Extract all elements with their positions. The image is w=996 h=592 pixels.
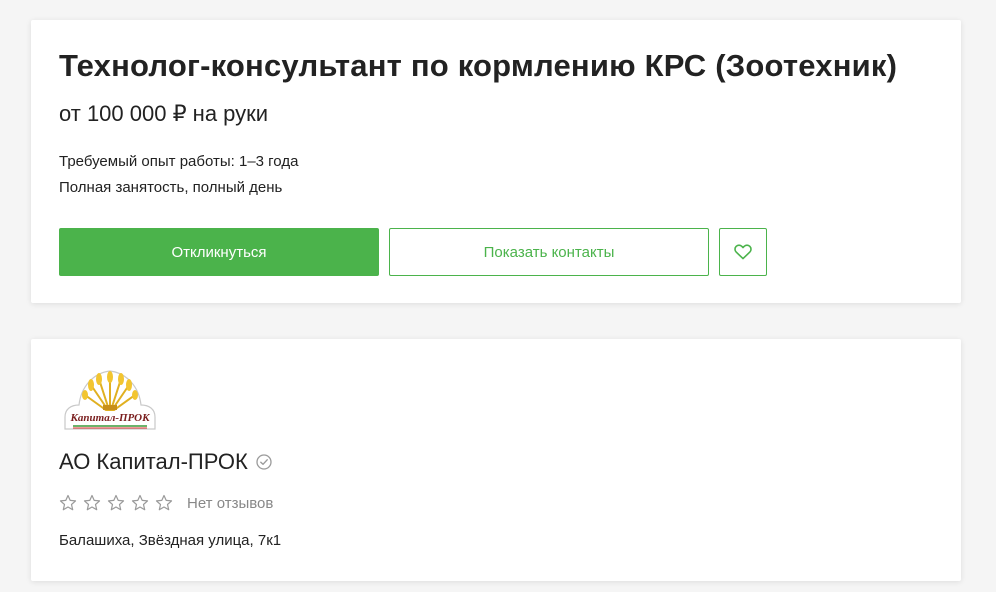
star-icon (59, 494, 77, 511)
company-logo[interactable]: Капитал-ПРОК (59, 365, 161, 433)
star-icon (131, 494, 149, 511)
vacancy-card: Технолог-консультант по кормлению КРС (З… (31, 20, 961, 303)
check-circle-icon (256, 454, 272, 470)
employment-type: Полная занятость, полный день (59, 179, 283, 196)
vacancy-salary: от 100 000 ₽ на руки (59, 101, 269, 126)
company-rating[interactable]: Нет отзывов (59, 494, 273, 512)
star-icon (107, 494, 125, 511)
vacancy-title: Технолог-консультант по кормлению КРС (З… (59, 48, 898, 83)
heart-icon (734, 244, 752, 260)
company-card: Капитал-ПРОК АО Капитал-ПРОК Нет отзывов… (31, 339, 961, 581)
company-name-row: АО Капитал-ПРОК (59, 449, 272, 475)
company-name[interactable]: АО Капитал-ПРОК (59, 449, 248, 475)
star-icon (83, 494, 101, 511)
experience-requirement: Требуемый опыт работы: 1–3 года (59, 153, 299, 170)
respond-button[interactable]: Откликнуться (59, 228, 379, 276)
company-logo-text: Капитал-ПРОК (69, 412, 150, 424)
reviews-count[interactable]: Нет отзывов (187, 495, 273, 512)
show-contacts-button[interactable]: Показать контакты (389, 228, 709, 276)
favorite-button[interactable] (719, 228, 767, 276)
company-address: Балашиха, Звёздная улица, 7к1 (59, 532, 282, 549)
star-icon (155, 494, 173, 511)
